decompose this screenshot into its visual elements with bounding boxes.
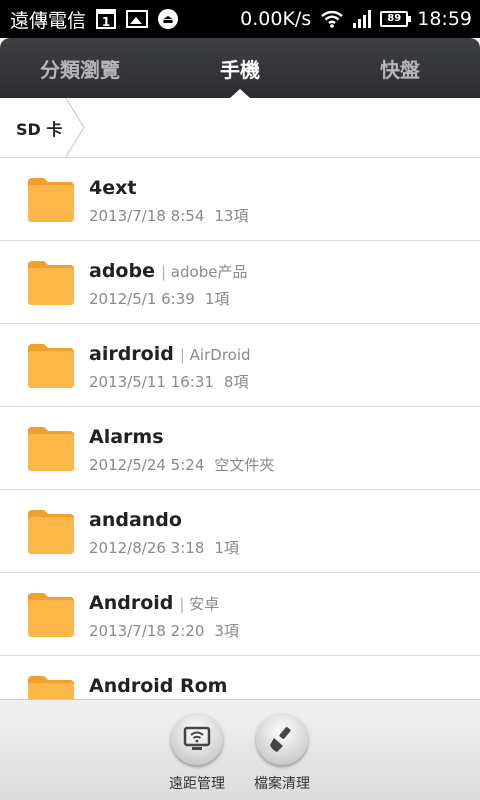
file-name: 4ext xyxy=(89,177,137,199)
folder-icon xyxy=(28,510,74,554)
file-cleanup-label: 檔案清理 xyxy=(254,776,310,792)
folder-icon xyxy=(28,344,74,388)
file-name: Android xyxy=(89,592,174,614)
image-icon xyxy=(126,10,149,28)
file-date: 2012/5/24 5:24 xyxy=(89,456,205,474)
signal-icon xyxy=(353,10,372,28)
file-count: 1項 xyxy=(214,539,239,557)
file-date: 2013/7/18 8:54 xyxy=(89,207,205,225)
file-date: 2013/7/18 2:20 xyxy=(89,622,205,640)
file-date: 2012/8/26 3:18 xyxy=(89,539,205,557)
file-name: airdroid xyxy=(89,343,174,365)
file-count: 1項 xyxy=(204,290,230,308)
bottom-toolbar: 遠距管理 檔案清理 xyxy=(0,699,480,800)
breadcrumb-label: SD 卡 xyxy=(16,119,63,139)
calendar-day: 1 xyxy=(101,15,111,29)
breadcrumb-sd-card[interactable]: SD 卡 xyxy=(0,98,86,157)
battery-level: 89 xyxy=(387,13,402,24)
file-list[interactable]: 4ext 2013/7/18 8:54 13項 adobe adobe产品 2012… xyxy=(0,158,480,699)
remote-monitor-icon xyxy=(171,713,223,765)
status-bar: 遠傳電信 1 ⏏ 0.00K/s 89 18:59 xyxy=(0,0,480,38)
tab-phone[interactable]: 手機 xyxy=(160,38,320,98)
folder-icon xyxy=(28,676,74,699)
file-count: 8項 xyxy=(223,373,249,391)
list-item[interactable]: Android 安卓 2013/7/18 2:20 3項 xyxy=(0,573,480,656)
list-item[interactable]: Android Rom xyxy=(0,656,480,699)
file-count: 空文件夾 xyxy=(214,456,275,474)
wifi-icon xyxy=(320,10,344,28)
net-speed: 0.00K/s xyxy=(240,8,312,30)
file-name: andando xyxy=(89,509,182,531)
file-description: AirDroid xyxy=(180,346,251,364)
folder-icon xyxy=(28,427,74,471)
list-item[interactable]: andando 2012/8/26 3:18 1項 xyxy=(0,490,480,573)
list-item[interactable]: 4ext 2013/7/18 8:54 13項 xyxy=(0,158,480,241)
file-count: 3項 xyxy=(214,622,239,640)
remote-manage-button[interactable]: 遠距管理 xyxy=(157,713,237,793)
tab-category-browse[interactable]: 分類瀏覽 xyxy=(0,38,160,98)
tab-kuaipan[interactable]: 快盤 xyxy=(320,38,480,98)
file-name: Android Rom xyxy=(89,675,228,697)
file-date: 2013/5/11 16:31 xyxy=(89,373,214,391)
list-item[interactable]: adobe adobe产品 2012/5/1 6:39 1項 xyxy=(0,241,480,324)
folder-icon xyxy=(28,178,74,222)
breadcrumb: SD 卡 xyxy=(0,98,480,158)
tab-bar: 分類瀏覽 手機 快盤 xyxy=(0,38,480,98)
broom-icon xyxy=(256,713,308,765)
remote-manage-label: 遠距管理 xyxy=(169,776,225,792)
file-date: 2012/5/1 6:39 xyxy=(89,290,195,308)
folder-icon xyxy=(28,593,74,637)
battery-icon: 89 xyxy=(380,11,412,27)
file-name: Alarms xyxy=(89,426,164,448)
file-name: adobe xyxy=(89,260,155,282)
breadcrumb-chevron-icon xyxy=(65,98,85,157)
upload-icon: ⏏ xyxy=(158,9,179,29)
file-description: adobe产品 xyxy=(161,263,247,281)
list-item[interactable]: airdroid AirDroid 2013/5/11 16:31 8項 xyxy=(0,324,480,407)
file-description: 安卓 xyxy=(179,595,219,613)
folder-icon xyxy=(28,261,74,305)
clock: 18:59 xyxy=(417,8,472,30)
calendar-icon: 1 xyxy=(96,9,117,29)
carrier-name: 遠傳電信 xyxy=(10,9,87,32)
list-item[interactable]: Alarms 2012/5/24 5:24 空文件夾 xyxy=(0,407,480,490)
file-cleanup-button[interactable]: 檔案清理 xyxy=(242,713,322,793)
file-count: 13項 xyxy=(214,207,249,225)
